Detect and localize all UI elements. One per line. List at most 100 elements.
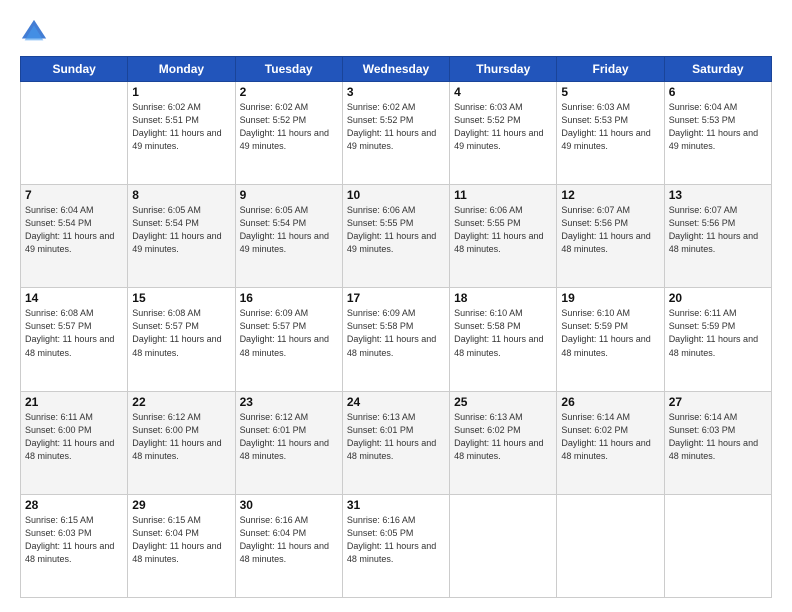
day-info: Sunrise: 6:06 AMSunset: 5:55 PMDaylight:… [347, 204, 445, 256]
day-info: Sunrise: 6:02 AMSunset: 5:52 PMDaylight:… [347, 101, 445, 153]
day-number: 20 [669, 291, 767, 305]
day-info: Sunrise: 6:14 AMSunset: 6:02 PMDaylight:… [561, 411, 659, 463]
day-number: 17 [347, 291, 445, 305]
calendar-day-header: Saturday [664, 57, 771, 82]
day-info: Sunrise: 6:08 AMSunset: 5:57 PMDaylight:… [132, 307, 230, 359]
calendar-cell: 6 Sunrise: 6:04 AMSunset: 5:53 PMDaylight… [664, 82, 771, 185]
day-info: Sunrise: 6:10 AMSunset: 5:58 PMDaylight:… [454, 307, 552, 359]
day-number: 31 [347, 498, 445, 512]
calendar-day-header: Friday [557, 57, 664, 82]
calendar-cell: 20 Sunrise: 6:11 AMSunset: 5:59 PMDayligh… [664, 288, 771, 391]
day-number: 28 [25, 498, 123, 512]
calendar-cell: 26Sunrise: 6:14 AMSunset: 6:02 PMDayligh… [557, 391, 664, 494]
calendar-cell: 2 Sunrise: 6:02 AMSunset: 5:52 PMDaylight… [235, 82, 342, 185]
calendar-cell: 30Sunrise: 6:16 AMSunset: 6:04 PMDayligh… [235, 494, 342, 597]
calendar-cell: 3 Sunrise: 6:02 AMSunset: 5:52 PMDaylight… [342, 82, 449, 185]
calendar-cell: 9 Sunrise: 6:05 AMSunset: 5:54 PMDaylight… [235, 185, 342, 288]
day-info: Sunrise: 6:02 AMSunset: 5:52 PMDaylight:… [240, 101, 338, 153]
calendar-day-header: Tuesday [235, 57, 342, 82]
calendar-week-row: 7Sunrise: 6:04 AMSunset: 5:54 PMDaylight… [21, 185, 772, 288]
calendar-cell: 21 Sunrise: 6:11 AMSunset: 6:00 PMDayligh… [21, 391, 128, 494]
day-number: 5 [561, 85, 659, 99]
calendar-cell: 17 Sunrise: 6:09 AMSunset: 5:58 PMDayligh… [342, 288, 449, 391]
day-number: 11 [454, 188, 552, 202]
day-number: 2 [240, 85, 338, 99]
page: SundayMondayTuesdayWednesdayThursdayFrid… [0, 0, 792, 612]
calendar-day-header: Thursday [450, 57, 557, 82]
day-number: 15 [132, 291, 230, 305]
day-info: Sunrise: 6:07 AMSunset: 5:56 PMDaylight:… [669, 204, 767, 256]
day-info: Sunrise: 6:05 AMSunset: 5:54 PMDaylight:… [240, 204, 338, 256]
calendar-cell: 28 Sunrise: 6:15 AMSunset: 6:03 PMDayligh… [21, 494, 128, 597]
day-info: Sunrise: 6:05 AMSunset: 5:54 PMDaylight:… [132, 204, 230, 256]
calendar-day-header: Sunday [21, 57, 128, 82]
day-info: Sunrise: 6:08 AMSunset: 5:57 PMDaylight:… [25, 307, 123, 359]
calendar-cell: 12 Sunrise: 6:07 AMSunset: 5:56 PMDayligh… [557, 185, 664, 288]
day-number: 3 [347, 85, 445, 99]
calendar-cell: 31Sunrise: 6:16 AMSunset: 6:05 PMDayligh… [342, 494, 449, 597]
calendar-cell: 15 Sunrise: 6:08 AMSunset: 5:57 PMDayligh… [128, 288, 235, 391]
day-number: 9 [240, 188, 338, 202]
calendar-cell [450, 494, 557, 597]
calendar-week-row: 1Sunrise: 6:02 AMSunset: 5:51 PMDaylight… [21, 82, 772, 185]
calendar-cell: 22 Sunrise: 6:12 AMSunset: 6:00 PMDayligh… [128, 391, 235, 494]
day-number: 18 [454, 291, 552, 305]
day-info: Sunrise: 6:13 AMSunset: 6:01 PMDaylight:… [347, 411, 445, 463]
day-number: 6 [669, 85, 767, 99]
day-number: 19 [561, 291, 659, 305]
calendar-cell: 23 Sunrise: 6:12 AMSunset: 6:01 PMDayligh… [235, 391, 342, 494]
day-info: Sunrise: 6:04 AMSunset: 5:53 PMDaylight:… [669, 101, 767, 153]
day-number: 4 [454, 85, 552, 99]
calendar-table: SundayMondayTuesdayWednesdayThursdayFrid… [20, 56, 772, 598]
calendar-cell: 8 Sunrise: 6:05 AMSunset: 5:54 PMDaylight… [128, 185, 235, 288]
calendar-cell: 27Sunrise: 6:14 AMSunset: 6:03 PMDayligh… [664, 391, 771, 494]
day-number: 25 [454, 395, 552, 409]
day-number: 22 [132, 395, 230, 409]
day-info: Sunrise: 6:15 AMSunset: 6:04 PMDaylight:… [132, 514, 230, 566]
day-info: Sunrise: 6:06 AMSunset: 5:55 PMDaylight:… [454, 204, 552, 256]
calendar-cell: 14 Sunrise: 6:08 AMSunset: 5:57 PMDayligh… [21, 288, 128, 391]
calendar-cell: 5 Sunrise: 6:03 AMSunset: 5:53 PMDaylight… [557, 82, 664, 185]
day-info: Sunrise: 6:09 AMSunset: 5:57 PMDaylight:… [240, 307, 338, 359]
day-number: 21 [25, 395, 123, 409]
calendar-cell: 13 Sunrise: 6:07 AMSunset: 5:56 PMDayligh… [664, 185, 771, 288]
calendar-day-header: Wednesday [342, 57, 449, 82]
calendar-week-row: 28 Sunrise: 6:15 AMSunset: 6:03 PMDayligh… [21, 494, 772, 597]
calendar-day-header: Monday [128, 57, 235, 82]
day-number: 13 [669, 188, 767, 202]
day-number: 12 [561, 188, 659, 202]
calendar-week-row: 14 Sunrise: 6:08 AMSunset: 5:57 PMDayligh… [21, 288, 772, 391]
day-number: 24 [347, 395, 445, 409]
calendar-cell: 7Sunrise: 6:04 AMSunset: 5:54 PMDaylight… [21, 185, 128, 288]
logo-icon [20, 18, 48, 46]
day-info: Sunrise: 6:10 AMSunset: 5:59 PMDaylight:… [561, 307, 659, 359]
day-info: Sunrise: 6:11 AMSunset: 6:00 PMDaylight:… [25, 411, 123, 463]
day-info: Sunrise: 6:03 AMSunset: 5:52 PMDaylight:… [454, 101, 552, 153]
calendar-cell: 4 Sunrise: 6:03 AMSunset: 5:52 PMDaylight… [450, 82, 557, 185]
day-number: 23 [240, 395, 338, 409]
calendar-cell [557, 494, 664, 597]
day-info: Sunrise: 6:11 AMSunset: 5:59 PMDaylight:… [669, 307, 767, 359]
calendar-cell [664, 494, 771, 597]
day-info: Sunrise: 6:15 AMSunset: 6:03 PMDaylight:… [25, 514, 123, 566]
calendar-cell: 25 Sunrise: 6:13 AMSunset: 6:02 PMDayligh… [450, 391, 557, 494]
day-info: Sunrise: 6:07 AMSunset: 5:56 PMDaylight:… [561, 204, 659, 256]
day-number: 30 [240, 498, 338, 512]
day-info: Sunrise: 6:03 AMSunset: 5:53 PMDaylight:… [561, 101, 659, 153]
day-info: Sunrise: 6:12 AMSunset: 6:00 PMDaylight:… [132, 411, 230, 463]
day-info: Sunrise: 6:04 AMSunset: 5:54 PMDaylight:… [25, 204, 123, 256]
day-info: Sunrise: 6:13 AMSunset: 6:02 PMDaylight:… [454, 411, 552, 463]
calendar-cell: 10Sunrise: 6:06 AMSunset: 5:55 PMDayligh… [342, 185, 449, 288]
day-info: Sunrise: 6:02 AMSunset: 5:51 PMDaylight:… [132, 101, 230, 153]
day-number: 29 [132, 498, 230, 512]
day-number: 16 [240, 291, 338, 305]
calendar-cell: 1Sunrise: 6:02 AMSunset: 5:51 PMDaylight… [128, 82, 235, 185]
day-number: 8 [132, 188, 230, 202]
day-info: Sunrise: 6:12 AMSunset: 6:01 PMDaylight:… [240, 411, 338, 463]
calendar-cell [21, 82, 128, 185]
day-number: 14 [25, 291, 123, 305]
header [20, 18, 772, 46]
calendar-cell: 24 Sunrise: 6:13 AMSunset: 6:01 PMDayligh… [342, 391, 449, 494]
calendar-cell: 18 Sunrise: 6:10 AMSunset: 5:58 PMDayligh… [450, 288, 557, 391]
day-info: Sunrise: 6:09 AMSunset: 5:58 PMDaylight:… [347, 307, 445, 359]
